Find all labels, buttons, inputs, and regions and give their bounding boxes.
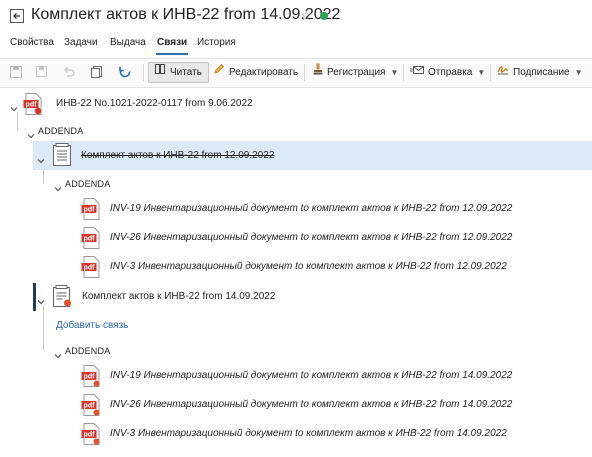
list-item[interactable]: pdf INV-26 Инвентаризационный документ t… [0,393,592,417]
svg-text:pdf: pdf [84,236,96,243]
toolbar-divider [490,64,491,81]
addenda-label: ADDENDA [38,126,84,136]
chevron-down-icon[interactable] [37,152,45,164]
attachment-label[interactable]: INV-26 Инвентаризационный документ to ко… [110,399,512,410]
chevron-down-icon[interactable] [27,127,35,139]
list-item[interactable]: pdf INV-19 Инвентаризационный документ t… [0,364,592,388]
toolbar: Читать Редактировать Регистрация ▼ Отправ… [0,58,592,88]
toolbar-divider [143,64,144,81]
tab-history[interactable]: История [197,37,236,48]
list-item[interactable]: pdf INV-3 Инвентаризационный документ to… [0,255,592,279]
chevron-down-icon[interactable] [37,293,45,305]
edit-button[interactable]: Редактировать [213,62,298,83]
pencil-icon [213,62,225,83]
send-label: Отправка [428,67,473,79]
registration-label: Регистрация [327,67,386,79]
tree-node-label[interactable]: Комплект актов к ИНВ-22 from 14.09.2022 [82,291,275,302]
chevron-down-icon: ▼ [477,68,486,77]
pdf-document-icon: pdf [81,198,101,220]
chevron-down-icon: ▼ [574,68,583,77]
favorite-star-icon[interactable]: ☆ [300,7,313,24]
stamp-icon [313,62,323,83]
list-item[interactable]: pdf INV-3 Инвентаризационный документ to… [0,422,592,446]
attachment-label[interactable]: INV-3 Инвентаризационный документ to ком… [110,261,507,272]
svg-text:pdf: pdf [84,265,96,272]
tree-node-root[interactable]: pdf ИНВ-22 No.1021-2022-0117 from 9.06.2… [0,92,592,116]
addenda-group-set-1[interactable]: ADDENDA [0,178,592,192]
chevron-down-icon[interactable] [54,180,62,192]
signing-button[interactable]: Подписание ▼ [497,62,583,83]
save-icon[interactable] [9,65,23,79]
signature-icon [497,62,509,83]
refresh-icon[interactable] [118,65,132,79]
toolbar-divider [403,64,404,81]
tab-tasks[interactable]: Задачи [64,37,98,48]
pdf-document-icon: pdf [81,227,101,249]
pdf-signed-document-icon: pdf [81,423,101,445]
tree-node-set-2[interactable]: Комплект актов к ИНВ-22 from 14.09.2022 [0,283,592,311]
signing-label: Подписание [513,67,570,79]
list-item[interactable]: pdf INV-26 Инвентаризационный документ t… [0,226,592,250]
attachment-label[interactable]: INV-26 Инвентаризационный документ to ко… [110,232,512,243]
attachment-label[interactable]: INV-3 Инвентаризационный документ to ком… [110,428,507,439]
document-certificate-icon [51,285,73,309]
edit-label: Редактировать [229,67,299,79]
undo-icon[interactable] [62,65,76,79]
chevron-down-icon: ▼ [390,68,399,77]
chevron-down-icon[interactable] [54,347,62,359]
pdf-document-icon: pdf [23,93,43,115]
list-item[interactable]: pdf INV-19 Инвентаризационный документ t… [0,197,592,221]
send-button[interactable]: Отправка ▼ [410,62,485,83]
addenda-group-root[interactable]: ADDENDA [0,125,592,139]
add-link-row: Добавить связь [0,318,592,334]
pdf-signed-document-icon: pdf [81,365,101,387]
addenda-label: ADDENDA [65,346,111,356]
read-button[interactable]: Читать [148,62,209,83]
status-dot-icon [320,12,328,20]
copy-icon[interactable] [90,65,104,79]
tab-properties[interactable]: Свойства [10,37,54,48]
attachment-label[interactable]: INV-19 Инвентаризационный документ to ко… [110,370,512,381]
tab-links[interactable]: Связи [155,37,189,55]
tree-node-set-1[interactable]: Комплект актов к ИНВ-22 from 12.09.2022 [33,141,592,170]
svg-text:pdf: pdf [84,207,96,214]
addenda-label: ADDENDA [65,179,111,189]
back-arrow-icon[interactable] [10,9,24,23]
title-bar: Комплект актов к ИНВ-22 from 14.09.2022 … [0,0,592,32]
pdf-signed-document-icon: pdf [81,394,101,416]
tree-node-label[interactable]: Комплект актов к ИНВ-22 from 12.09.2022 [81,150,274,161]
svg-text:pdf: pdf [84,432,96,439]
chevron-down-icon[interactable] [10,100,18,112]
svg-text:pdf: pdf [26,102,38,109]
tab-bar: Свойства Задачи Выдача Связи История [0,33,592,55]
tree-node-label[interactable]: ИНВ-22 No.1021-2022-0117 from 9.06.2022 [56,98,253,109]
save-as-icon[interactable] [35,65,49,79]
selection-marker [33,283,36,311]
tab-issue[interactable]: Выдача [110,37,146,48]
attachment-label[interactable]: INV-19 Инвентаризационный документ to ко… [110,203,512,214]
document-list-icon [51,143,73,167]
svg-text:pdf: pdf [84,374,96,381]
read-label: Читать [170,67,202,79]
add-link-button[interactable]: Добавить связь [56,320,128,331]
addenda-group-set-2[interactable]: ADDENDA [0,345,592,359]
pdf-document-icon: pdf [81,256,101,278]
envelope-send-icon [410,62,424,83]
svg-text:pdf: pdf [84,403,96,410]
page-title: Комплект актов к ИНВ-22 from 14.09.2022 [31,6,341,23]
book-icon [154,63,166,82]
registration-button[interactable]: Регистрация ▼ [313,62,398,83]
toolbar-divider [304,64,305,81]
